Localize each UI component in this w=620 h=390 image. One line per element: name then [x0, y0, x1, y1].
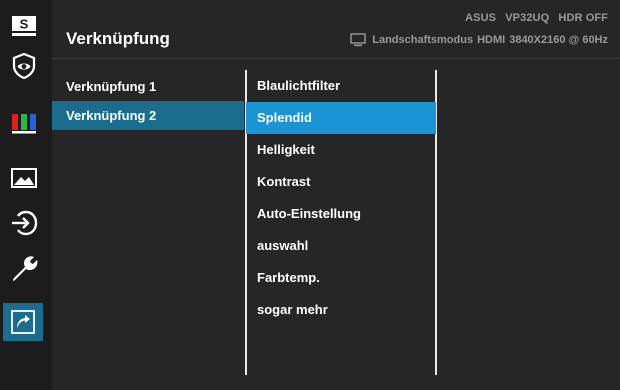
- option-auto-adjust[interactable]: Auto-Einstellung: [246, 198, 436, 230]
- sidebar-item-eye-care[interactable]: [4, 48, 44, 84]
- shortcut-arrow-icon: [11, 310, 35, 334]
- wrench-icon: [13, 256, 38, 281]
- brand-label: ASUS: [465, 12, 497, 24]
- sidebar: S: [0, 0, 52, 390]
- mode-label: Landschaftsmodus: [372, 34, 474, 46]
- sidebar-item-color[interactable]: [4, 105, 44, 141]
- svg-text:S: S: [20, 17, 29, 32]
- option-auswahl[interactable]: auswahl: [246, 230, 436, 262]
- monitor-info: ASUS VP32UQ HDR OFF: [459, 12, 608, 24]
- option-splendid[interactable]: Splendid: [246, 102, 436, 134]
- submenu-list: Verknüpfung 1 Verknüpfung 2: [52, 72, 244, 130]
- option-more[interactable]: sogar mehr: [246, 294, 436, 326]
- header-divider: [52, 58, 620, 59]
- image-icon: [11, 168, 37, 188]
- sidebar-item-shortcut[interactable]: [3, 303, 43, 341]
- color-bars-icon: [12, 114, 36, 134]
- eye-care-icon: [12, 52, 36, 80]
- sidebar-item-image[interactable]: [4, 160, 44, 196]
- model-label: VP32UQ: [505, 12, 550, 24]
- signal-info: Landschaftsmodus HDMI 3840X2160 @ 60Hz: [350, 33, 608, 47]
- resolution-label: 3840X2160 @ 60Hz: [509, 34, 608, 46]
- option-contrast[interactable]: Kontrast: [246, 166, 436, 198]
- option-list: Blaulichtfilter Splendid Helligkeit Kont…: [246, 70, 436, 326]
- input-select-icon: [12, 210, 38, 236]
- monitor-icon: [350, 33, 366, 47]
- splendid-s-icon: S: [12, 16, 36, 36]
- option-color-temp[interactable]: Farbtemp.: [246, 262, 436, 294]
- option-blue-light-filter[interactable]: Blaulichtfilter: [246, 70, 436, 102]
- hdr-status: HDR OFF: [558, 12, 608, 24]
- option-brightness[interactable]: Helligkeit: [246, 134, 436, 166]
- submenu-item-shortcut-2[interactable]: Verknüpfung 2: [52, 101, 244, 130]
- sidebar-item-input[interactable]: [4, 205, 44, 241]
- sidebar-item-system[interactable]: [4, 250, 44, 286]
- page-title: Verknüpfung: [66, 29, 170, 48]
- submenu-item-shortcut-1[interactable]: Verknüpfung 1: [52, 72, 244, 101]
- osd-window: S Verknüpfung ASUS VP32UQ HDR OFF Landsc…: [0, 0, 620, 390]
- input-label: HDMI: [477, 34, 506, 46]
- sidebar-item-splendid[interactable]: S: [4, 8, 44, 44]
